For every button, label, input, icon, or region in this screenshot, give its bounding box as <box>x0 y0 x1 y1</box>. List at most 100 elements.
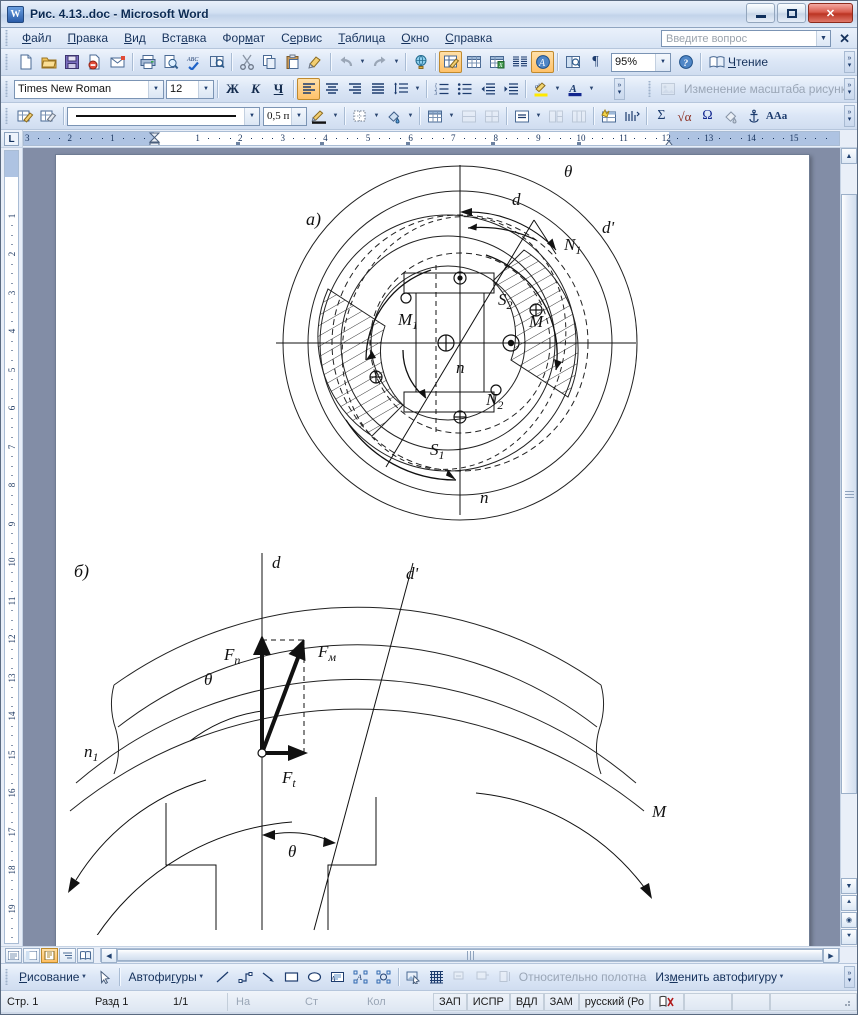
cut-button[interactable] <box>235 51 258 73</box>
undo-dropdown-icon[interactable]: ▼ <box>357 51 368 73</box>
line-style-dropdown-icon[interactable]: ▼ <box>244 107 259 125</box>
scroll-left-button[interactable]: ◀ <box>101 948 117 963</box>
paste-button[interactable] <box>281 51 304 73</box>
line-spacing-button[interactable] <box>389 78 412 100</box>
bold-button[interactable]: Ж <box>221 78 244 100</box>
tables-toolbar-overflow-button[interactable]: » ▾ <box>844 105 855 127</box>
select-browse-object-button[interactable]: ◉ <box>841 912 857 928</box>
document-page[interactable]: а) θ d d' N1 S2 N2 S1 M M1 n n б) d d' F… <box>55 154 810 946</box>
copy-button[interactable] <box>258 51 281 73</box>
email-button[interactable] <box>106 51 129 73</box>
menu-item-table[interactable]: Таблица <box>330 29 393 47</box>
standard-toolbar-overflow-button[interactable]: » ▾ <box>844 51 855 73</box>
status-page-of-pages[interactable]: 1/1 <box>167 993 227 1011</box>
status-ovr[interactable]: ЗАМ <box>543 992 579 1011</box>
menu-grip-handle[interactable] <box>4 30 11 46</box>
tab-stop-marker[interactable] <box>491 142 495 145</box>
chevron-down-icon[interactable]: ▼ <box>816 31 830 46</box>
vertical-scrollbar[interactable]: ▲ ▼ ⯅ ◉ ⯆ <box>840 148 857 946</box>
underline-button[interactable]: Ч <box>267 78 290 100</box>
status-page[interactable]: Стр. 1 <box>1 993 89 1011</box>
minimize-button[interactable] <box>746 3 775 23</box>
tab-stop-marker[interactable] <box>577 142 581 145</box>
redo-dropdown-icon[interactable]: ▼ <box>391 51 402 73</box>
reading-view-button[interactable] <box>77 947 94 963</box>
font-size-combo[interactable]: 12 ▼ <box>166 79 214 99</box>
insert-table-button[interactable] <box>462 51 485 73</box>
status-language[interactable]: русский (Ро <box>578 992 650 1011</box>
document-map-button[interactable] <box>561 51 584 73</box>
rectangle-button[interactable] <box>280 966 303 988</box>
picture-toolbar-grip[interactable] <box>646 81 654 97</box>
borders-button[interactable] <box>348 105 371 127</box>
select-objects-button[interactable] <box>93 966 116 988</box>
drawing-toolbar-grip[interactable] <box>4 969 11 985</box>
normal-view-button[interactable] <box>5 947 22 963</box>
scroll-up-button[interactable]: ▲ <box>841 148 857 164</box>
change-autoshape-button[interactable]: Изменить автофигуру ▼ <box>650 966 791 988</box>
research-button[interactable] <box>205 51 228 73</box>
redo-button[interactable] <box>368 51 391 73</box>
diagram-button[interactable] <box>372 966 395 988</box>
line-weight-combo[interactable]: 0,5 п ▼ <box>263 106 307 126</box>
close-document-button[interactable]: ✕ <box>839 31 850 47</box>
numbering-button[interactable]: 123 <box>430 78 453 100</box>
tab-selector-button[interactable]: L <box>1 130 23 147</box>
formatting-toolbar-overflow-button[interactable]: » ▾ <box>614 78 625 100</box>
menu-item-format[interactable]: Формат <box>214 29 273 47</box>
line-style-combo[interactable]: ▼ <box>67 106 260 126</box>
permission-button[interactable] <box>83 51 106 73</box>
status-spellcheck[interactable] <box>649 992 684 1011</box>
arrow-button[interactable] <box>257 966 280 988</box>
shading-color-button[interactable] <box>382 105 405 127</box>
eraser-button[interactable] <box>37 105 60 127</box>
next-page-button[interactable]: ⯆ <box>841 929 857 945</box>
reading-button[interactable]: Чтение <box>704 51 773 73</box>
scroll-down-button[interactable]: ▼ <box>841 878 857 894</box>
cell-align-dropdown-icon[interactable]: ▼ <box>533 105 544 127</box>
anchor-button[interactable] <box>742 105 765 127</box>
drawing-button[interactable]: A <box>531 51 554 73</box>
tables-and-borders-button[interactable] <box>439 51 462 73</box>
tab-stop-marker[interactable] <box>236 142 240 145</box>
horizontal-scroll-thumb[interactable] <box>117 949 823 961</box>
highlight-dropdown-icon[interactable]: ▼ <box>552 78 563 100</box>
line-button[interactable] <box>211 966 234 988</box>
web-layout-view-button[interactable] <box>23 947 40 963</box>
insert-table-button-2[interactable] <box>423 105 446 127</box>
table-autoformat-button[interactable] <box>597 105 620 127</box>
font-name-dropdown-icon[interactable]: ▼ <box>148 80 163 98</box>
print-preview-button[interactable] <box>159 51 182 73</box>
cell-align-button[interactable] <box>510 105 533 127</box>
highlight-button[interactable]: ab <box>529 78 552 100</box>
help-button[interactable]: ? <box>674 51 697 73</box>
menu-item-file[interactable]: Файл <box>14 29 60 47</box>
align-justify-button[interactable] <box>366 78 389 100</box>
horizontal-scrollbar[interactable]: ◀ ▶ <box>100 948 840 963</box>
symbol-button[interactable]: Ω <box>696 105 719 127</box>
ask-a-question-box[interactable]: Введите вопрос ▼ <box>661 30 831 47</box>
scroll-track-lower[interactable] <box>841 794 857 878</box>
decrease-indent-button[interactable] <box>476 78 499 100</box>
insert-clip-art-button[interactable] <box>402 966 425 988</box>
menu-item-window[interactable]: Окно <box>393 29 437 47</box>
align-center-button[interactable] <box>320 78 343 100</box>
text-direction-button[interactable] <box>620 105 643 127</box>
insert-picture-button[interactable] <box>425 966 448 988</box>
print-button[interactable] <box>136 51 159 73</box>
menu-item-help[interactable]: Справка <box>437 29 500 47</box>
font-size-dropdown-icon[interactable]: ▼ <box>198 80 213 98</box>
menu-item-view[interactable]: Вид <box>116 29 154 47</box>
zoom-dropdown-icon[interactable]: ▼ <box>655 53 670 71</box>
oval-button[interactable] <box>303 966 326 988</box>
previous-page-button[interactable]: ⯅ <box>841 895 857 911</box>
autosum-button[interactable]: Σ <box>650 105 673 127</box>
drawing-toolbar-overflow-button[interactable]: » ▾ <box>844 966 855 988</box>
italic-button[interactable]: К <box>244 78 267 100</box>
tab-stop-marker[interactable] <box>406 142 410 145</box>
tab-stop-marker[interactable] <box>320 142 324 145</box>
menu-item-edit[interactable]: Правка <box>60 29 117 47</box>
align-right-button[interactable] <box>343 78 366 100</box>
vertical-ruler[interactable]: 1 2 3 4 5 6 7 8 9 10 11 12 13 14 15 16 17 18 19 <box>4 150 19 944</box>
hyperlink-button[interactable] <box>409 51 432 73</box>
